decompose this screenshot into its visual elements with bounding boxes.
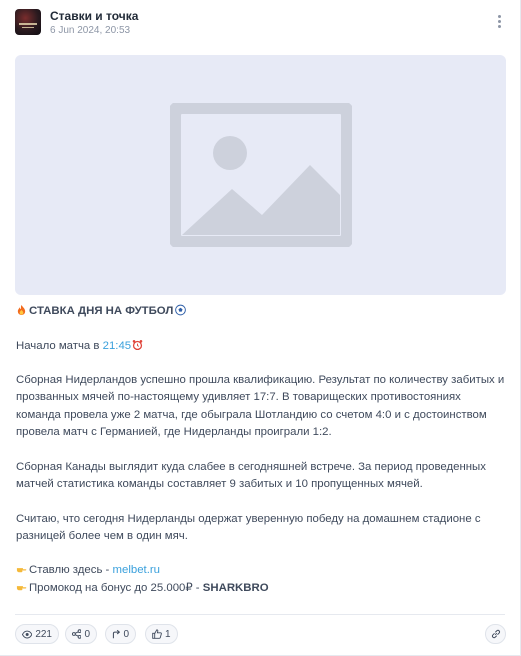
link-icon [491, 629, 500, 639]
post-header: Ставки и точка 6 Jun 2024, 20:53 [15, 9, 510, 39]
soccer-ball-icon [175, 304, 187, 316]
paragraph-canada: Сборная Канады выглядит куда слабее в се… [16, 460, 486, 490]
start-prefix: Начало матча в [16, 339, 103, 352]
likes-counter[interactable]: 1 [145, 624, 178, 644]
shares-count: 0 [84, 628, 90, 640]
post-headline: СТАВКА ДНЯ НА ФУТБОЛ [16, 303, 508, 320]
post-image-placeholder[interactable] [15, 55, 506, 295]
footer-divider [15, 614, 505, 615]
promo-prefix: Промокод на бонус до 25.000₽ - [29, 581, 203, 594]
bet-site-link[interactable]: melbet.ru [113, 564, 160, 576]
headline-text: СТАВКА ДНЯ НА ФУТБОЛ [29, 305, 174, 317]
forward-arrow-icon [112, 629, 121, 639]
image-placeholder-icon [170, 103, 352, 247]
paragraph-prediction: Считаю, что сегодня Нидерланды одержат у… [16, 512, 481, 542]
views-counter[interactable]: 221 [15, 624, 59, 644]
forwards-count: 0 [123, 628, 129, 640]
post-card: Ставки и точка 6 Jun 2024, 20:53 СТАВКА … [0, 0, 521, 656]
copy-link-button[interactable] [485, 624, 506, 644]
channel-avatar[interactable] [15, 9, 41, 35]
thumbs-up-icon [152, 629, 162, 639]
post-text: СТАВКА ДНЯ НА ФУТБОЛ Начало матча в 21:4… [16, 303, 508, 597]
pointing-hand-icon [16, 585, 27, 590]
start-time: 21:45 [102, 339, 132, 352]
post-date: 6 Jun 2024, 20:53 [50, 25, 131, 36]
pointing-hand-icon [16, 568, 27, 573]
fire-icon [17, 304, 26, 316]
bet-prefix: Ставлю здесь - [29, 564, 113, 577]
match-start-line: Начало матча в 21:45 [16, 338, 508, 355]
forwards-counter[interactable]: 0 [105, 624, 136, 644]
more-vertical-icon[interactable] [494, 13, 504, 31]
channel-name[interactable]: Ставки и точка [50, 9, 138, 23]
share-nodes-icon [72, 629, 82, 639]
promo-line: Промокод на бонус до 25.000₽ - SHARKBRO [16, 580, 508, 597]
alarm-clock-icon [132, 339, 143, 350]
eye-icon [22, 630, 33, 638]
shares-counter[interactable]: 0 [65, 624, 97, 644]
likes-count: 1 [165, 628, 171, 640]
paragraph-netherlands: Сборная Нидерландов успешно прошла квали… [16, 374, 505, 439]
bet-line: Ставлю здесь - melbet.ru [16, 562, 508, 579]
promo-code: SHARKBRO [202, 581, 269, 594]
views-count: 221 [35, 628, 52, 640]
